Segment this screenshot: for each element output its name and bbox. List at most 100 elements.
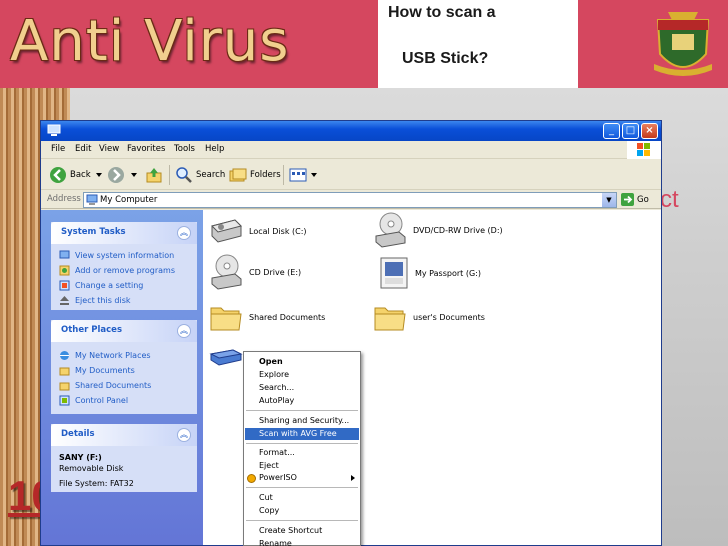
dvd-drive-icon	[375, 212, 406, 248]
system-tasks-header[interactable]: System Tasks ︽	[51, 222, 197, 244]
folder-icon	[59, 367, 70, 376]
ctx-search[interactable]: Search...	[245, 382, 359, 394]
collapse-chevron-icon[interactable]: ︽	[177, 428, 191, 442]
drive-dvd-cdrw-d[interactable]: DVD/CD-RW Drive (D:)	[373, 212, 503, 248]
search-button[interactable]: Search	[175, 164, 225, 186]
eject-icon	[60, 296, 69, 305]
task-pane: System Tasks ︽ View system information A…	[41, 210, 203, 545]
subtitle-line-2: USB Stick?	[402, 50, 489, 67]
network-icon	[60, 351, 69, 360]
menu-favorites[interactable]: Favorites	[127, 144, 165, 154]
menu-tools[interactable]: Tools	[174, 144, 195, 154]
window-titlebar[interactable]: _ □ ×	[41, 121, 661, 141]
ctx-separator	[246, 520, 358, 521]
forward-dropdown-icon[interactable]	[130, 171, 138, 179]
views-dropdown-icon[interactable]	[310, 171, 318, 179]
task-label: Change a setting	[75, 281, 144, 290]
collapse-chevron-icon[interactable]: ︽	[177, 226, 191, 240]
task-eject-disk[interactable]: Eject this disk	[51, 293, 197, 308]
folders-button[interactable]: Folders	[229, 164, 281, 186]
menu-file[interactable]: File	[51, 144, 65, 154]
drive-my-passport-g[interactable]: My Passport (G:)	[379, 256, 481, 290]
passport-drive-icon	[380, 257, 408, 289]
hard-drive-icon	[211, 219, 242, 243]
details-filesystem: File System: FAT32	[59, 479, 134, 488]
address-bar: Address My Computer ▼ Go	[41, 191, 661, 209]
subtitle-line-1: How to scan a	[388, 4, 496, 21]
task-label: View system information	[75, 251, 175, 260]
close-button[interactable]: ×	[641, 123, 658, 139]
drive-label: DVD/CD-RW Drive (D:)	[413, 225, 503, 235]
address-label: Address	[47, 194, 81, 204]
removable-disk-icon	[209, 349, 243, 366]
place-my-documents[interactable]: My Documents	[51, 363, 197, 378]
ctx-poweriso[interactable]: PowerISO	[245, 472, 359, 484]
drive-cd-e[interactable]: CD Drive (E:)	[209, 254, 301, 290]
go-arrow-icon	[621, 193, 634, 206]
menu-edit[interactable]: Edit	[75, 144, 91, 154]
ctx-separator	[246, 487, 358, 488]
place-label: Control Panel	[75, 396, 129, 405]
task-view-system-information[interactable]: View system information	[51, 248, 197, 263]
back-button[interactable]: Back	[49, 164, 106, 186]
ctx-explore[interactable]: Explore	[245, 369, 359, 381]
up-folder-button[interactable]	[145, 164, 166, 186]
other-places-title: Other Places	[61, 325, 122, 335]
collapse-chevron-icon[interactable]: ︽	[177, 324, 191, 338]
place-label: Shared Documents	[75, 381, 152, 390]
college-crest-logo	[654, 12, 712, 76]
system-info-icon	[59, 250, 70, 259]
slide-title: Anti Virus	[10, 9, 290, 74]
menu-bar: File Edit View Favorites Tools Help	[41, 141, 661, 159]
subtitle-box: How to scan a USB Stick?	[378, 0, 578, 88]
address-input[interactable]: My Computer ▼	[83, 192, 617, 208]
back-arrow-icon	[50, 167, 66, 183]
ctx-autoplay[interactable]: AutoPlay	[245, 395, 359, 407]
ctx-cut[interactable]: Cut	[245, 492, 359, 504]
maximize-button[interactable]: □	[622, 123, 639, 139]
menu-help[interactable]: Help	[205, 144, 224, 154]
ctx-create-shortcut[interactable]: Create Shortcut	[245, 525, 359, 537]
search-icon	[176, 167, 192, 183]
go-button[interactable]: Go	[621, 193, 649, 206]
back-dropdown-icon[interactable]	[95, 171, 103, 179]
address-dropdown-icon[interactable]: ▼	[602, 193, 616, 207]
ctx-open[interactable]: Open	[245, 356, 359, 368]
ctx-sharing-security[interactable]: Sharing and Security...	[245, 415, 359, 427]
forward-button[interactable]	[107, 164, 141, 186]
search-label: Search	[196, 170, 226, 180]
details-drive-type: Removable Disk	[59, 464, 124, 473]
ctx-separator	[246, 443, 358, 444]
place-shared-documents[interactable]: Shared Documents	[51, 378, 197, 393]
folder-label: user's Documents	[413, 312, 485, 322]
slide: Anti Virus How to scan a USB Stick? ct 1…	[0, 0, 728, 546]
menu-view[interactable]: View	[99, 144, 119, 154]
folder-shared-documents[interactable]: Shared Documents	[209, 302, 325, 332]
other-places-header[interactable]: Other Places ︽	[51, 320, 197, 342]
task-change-setting[interactable]: Change a setting	[51, 278, 197, 293]
ctx-copy[interactable]: Copy	[245, 505, 359, 517]
drive-label: CD Drive (E:)	[249, 267, 302, 277]
partial-slide-text: ct	[660, 186, 679, 213]
context-menu: Open Explore Search... AutoPlay Sharing …	[243, 351, 361, 546]
other-places-panel: Other Places ︽ My Network Places My Docu…	[51, 320, 197, 414]
up-folder-icon	[146, 168, 162, 183]
details-header[interactable]: Details ︽	[51, 424, 197, 446]
minimize-button[interactable]: _	[603, 123, 620, 139]
ctx-rename[interactable]: Rename	[245, 538, 359, 546]
task-add-remove-programs[interactable]: Add or remove programs	[51, 263, 197, 278]
folders-icon	[229, 168, 247, 182]
go-label: Go	[637, 194, 649, 205]
back-label: Back	[70, 170, 91, 180]
drive-local-disk-c[interactable]: Local Disk (C:)	[209, 218, 307, 244]
folder-users-documents[interactable]: user's Documents	[373, 302, 485, 332]
folder-icon	[374, 307, 406, 331]
ctx-eject[interactable]: Eject	[245, 460, 359, 472]
folder-icon	[59, 382, 70, 391]
ctx-scan-with-avg[interactable]: Scan with AVG Free	[245, 428, 359, 440]
toolbar: Back Search Folders	[41, 160, 661, 190]
place-control-panel[interactable]: Control Panel	[51, 393, 197, 408]
place-my-network-places[interactable]: My Network Places	[51, 348, 197, 363]
ctx-format[interactable]: Format...	[245, 447, 359, 459]
views-button[interactable]	[289, 164, 321, 186]
